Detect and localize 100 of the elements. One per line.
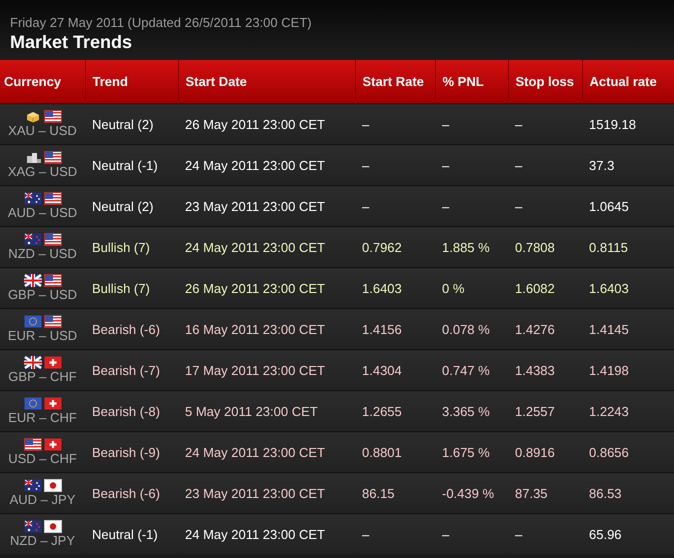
column-header: Start Date bbox=[178, 60, 355, 104]
trend-cell: Bearish (-8) bbox=[85, 390, 178, 432]
eu-flag-icon bbox=[24, 396, 42, 410]
table-cell: 0.8656 bbox=[582, 432, 674, 472]
table-cell: 24 May 2011 23:00 CET bbox=[178, 144, 355, 186]
new-zealand-flag-icon bbox=[24, 520, 42, 532]
table-cell: – bbox=[435, 104, 508, 144]
trend-cell: Bearish (-9) bbox=[85, 432, 178, 472]
table-cell: 86.15 bbox=[355, 472, 435, 514]
australia-flag-icon bbox=[24, 478, 42, 492]
table-cell: 23 May 2011 23:00 CET bbox=[178, 472, 355, 514]
trend-cell: Bullish (7) bbox=[85, 226, 178, 268]
us-flag-icon bbox=[24, 438, 42, 450]
japan-flag-icon bbox=[44, 520, 62, 532]
australia-flag-icon bbox=[24, 192, 42, 204]
table-cell: 0.747 % bbox=[435, 350, 508, 390]
table-cell: – bbox=[435, 514, 508, 554]
us-flag-icon bbox=[44, 192, 62, 204]
eu-flag-icon bbox=[24, 314, 42, 328]
table-cell: – bbox=[508, 186, 582, 226]
currency-pair: AUD – JPY bbox=[8, 492, 76, 508]
us-flag-icon bbox=[44, 232, 62, 246]
column-header: Stop loss bbox=[508, 60, 582, 104]
uk-flag-icon bbox=[24, 356, 42, 368]
table-cell: 0.8801 bbox=[355, 432, 435, 472]
table-cell: 26 May 2011 23:00 CET bbox=[178, 268, 355, 308]
currency-pair: NZD – JPY bbox=[8, 532, 76, 548]
column-header: Actual rate bbox=[582, 60, 674, 104]
us-flag-icon bbox=[44, 150, 62, 164]
currency-pair: EUR – CHF bbox=[7, 410, 78, 426]
table-cell: – bbox=[355, 144, 435, 186]
table-cell: 26 May 2011 23:00 CET bbox=[178, 104, 355, 144]
table-cell: 1.2655 bbox=[355, 390, 435, 432]
column-header: % PNL bbox=[435, 60, 508, 104]
table-cell: 1.2243 bbox=[582, 390, 674, 432]
japan-flag-icon bbox=[44, 478, 62, 492]
trend-cell: Bullish (7) bbox=[85, 268, 178, 308]
table-cell: 1519.18 bbox=[582, 104, 674, 144]
table-cell: 5 May 2011 23:00 CET bbox=[178, 390, 355, 432]
uk-flag-icon bbox=[24, 274, 42, 286]
table-cell: – bbox=[435, 186, 508, 226]
table-cell: 1.4383 bbox=[508, 350, 582, 390]
currency-pair: GBP – CHF bbox=[7, 368, 78, 384]
table-cell: 24 May 2011 23:00 CET bbox=[178, 432, 355, 472]
table-cell: 1.4145 bbox=[582, 308, 674, 350]
table-cell: 1.885 % bbox=[435, 226, 508, 268]
table-cell: 1.6403 bbox=[355, 268, 435, 308]
currency-pair: EUR – USD bbox=[6, 328, 78, 344]
table-cell: – bbox=[508, 514, 582, 554]
table-cell: -0.439 % bbox=[435, 472, 508, 514]
update-date: Friday 27 May 2011 (Updated 26/5/2011 23:00 CET) bbox=[10, 15, 313, 31]
table-cell: 1.4198 bbox=[582, 350, 674, 390]
table-cell: 0.7808 bbox=[508, 226, 582, 268]
trend-cell: Neutral (-1) bbox=[85, 514, 178, 554]
new-zealand-flag-icon bbox=[24, 232, 42, 246]
table-cell: 23 May 2011 23:00 CET bbox=[178, 186, 355, 226]
trend-cell: Neutral (-1) bbox=[85, 144, 178, 186]
table-cell: 0.078 % bbox=[435, 308, 508, 350]
trend-cell: Neutral (2) bbox=[85, 104, 178, 144]
table-cell: 65.96 bbox=[582, 514, 674, 554]
column-header: Currency bbox=[0, 60, 85, 104]
column-header: Trend bbox=[85, 60, 178, 104]
page-title: Market Trends bbox=[10, 31, 134, 53]
table-cell: 37.3 bbox=[582, 144, 674, 186]
swiss-flag-icon bbox=[44, 356, 62, 368]
trend-cell: Bearish (-7) bbox=[85, 350, 178, 390]
us-flag-icon bbox=[44, 314, 62, 328]
table-cell: 24 May 2011 23:00 CET bbox=[178, 514, 355, 554]
table-cell: – bbox=[508, 104, 582, 144]
column-header: Start Rate bbox=[355, 60, 435, 104]
table-cell: 87.35 bbox=[508, 472, 582, 514]
us-flag-icon bbox=[44, 110, 62, 122]
table-cell: – bbox=[355, 514, 435, 554]
table-cell: 24 May 2011 23:00 CET bbox=[178, 226, 355, 268]
currency-pair: XAG – USD bbox=[6, 164, 78, 180]
table-cell: 0.7962 bbox=[355, 226, 435, 268]
us-flag-icon bbox=[44, 274, 62, 286]
table-cell: – bbox=[355, 104, 435, 144]
table-cell: 86.53 bbox=[582, 472, 674, 514]
swiss-flag-icon bbox=[44, 396, 62, 410]
table-cell: 0 % bbox=[435, 268, 508, 308]
table-cell: 1.675 % bbox=[435, 432, 508, 472]
table-cell: 17 May 2011 23:00 CET bbox=[178, 350, 355, 390]
currency-pair: NZD – USD bbox=[7, 246, 78, 262]
table-cell: – bbox=[435, 144, 508, 186]
table-cell: 1.4276 bbox=[508, 308, 582, 350]
table-cell: 1.6082 bbox=[508, 268, 582, 308]
currency-pair: XAU – USD bbox=[7, 122, 78, 138]
table-cell: 16 May 2011 23:00 CET bbox=[178, 308, 355, 350]
trend-cell: Neutral (2) bbox=[85, 186, 178, 226]
table-cell: 0.8115 bbox=[582, 226, 674, 268]
swiss-flag-icon bbox=[44, 438, 62, 450]
table-cell: 1.4156 bbox=[355, 308, 435, 350]
trend-cell: Bearish (-6) bbox=[85, 472, 178, 514]
table-cell: 1.6403 bbox=[582, 268, 674, 308]
currency-pair: AUD – USD bbox=[6, 204, 78, 220]
trend-cell: Bearish (-6) bbox=[85, 308, 178, 350]
table-cell: 1.4304 bbox=[355, 350, 435, 390]
table-cell: 1.2557 bbox=[508, 390, 582, 432]
table-cell: – bbox=[508, 144, 582, 186]
